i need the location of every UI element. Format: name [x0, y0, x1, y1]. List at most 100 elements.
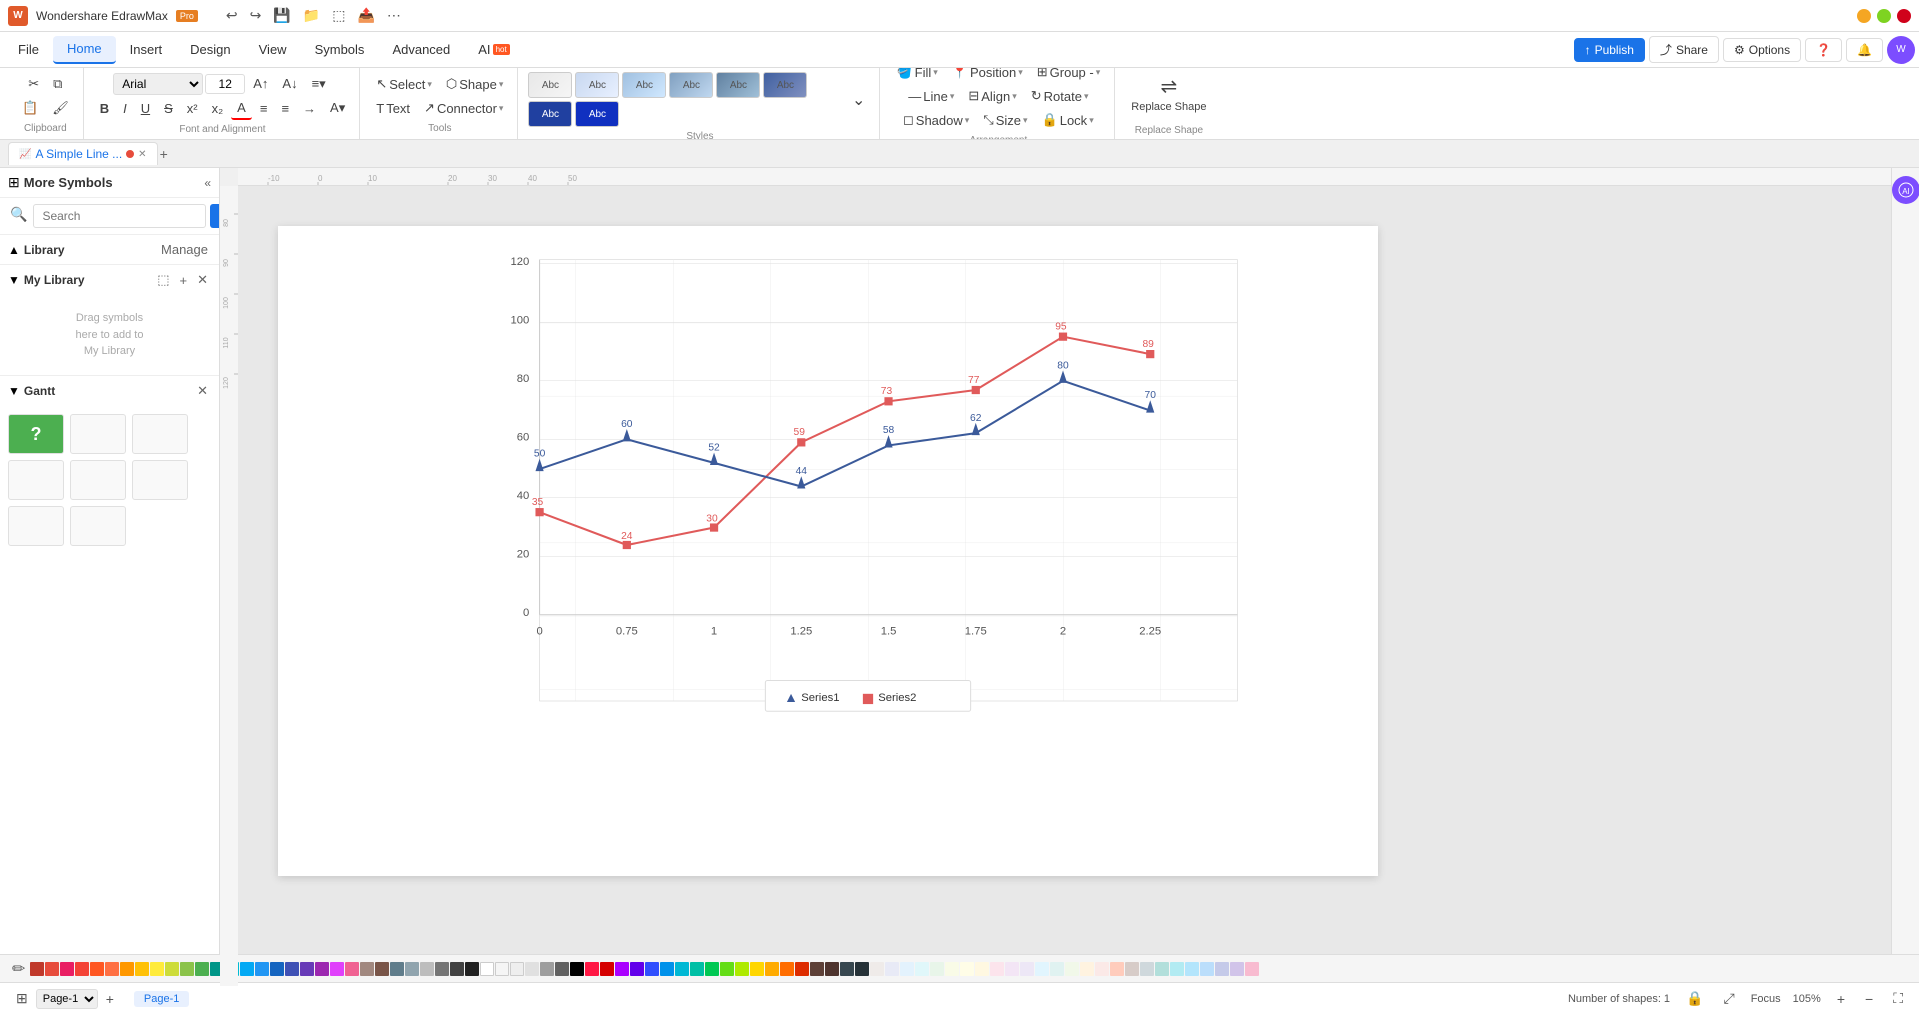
color-swatch[interactable] [720, 962, 734, 976]
color-swatch[interactable] [90, 962, 104, 976]
strikethrough-btn[interactable]: S [158, 98, 179, 119]
undo-btn[interactable]: ↩ [222, 5, 242, 26]
color-swatch[interactable] [195, 962, 209, 976]
color-swatch[interactable] [825, 962, 839, 976]
my-library-expand-btn[interactable]: ⬚ [154, 271, 172, 289]
bullets-btn[interactable]: ≡ [254, 98, 274, 119]
more-btn[interactable]: ⋯ [383, 5, 405, 26]
replace-shape-btn[interactable]: ⇌ Replace Shape [1125, 71, 1212, 121]
size-btn[interactable]: ⤡ Size [977, 109, 1033, 131]
color-swatch[interactable] [450, 962, 464, 976]
menu-insert[interactable]: Insert [116, 36, 177, 64]
color-swatch[interactable] [360, 962, 374, 976]
style-btn-6[interactable]: Abc [763, 72, 807, 98]
page-select[interactable]: Page-1 [36, 989, 98, 1009]
symbol-search-input[interactable] [33, 204, 206, 228]
color-swatch[interactable] [1065, 962, 1079, 976]
color-swatch[interactable] [405, 962, 419, 976]
color-swatch[interactable] [1155, 962, 1169, 976]
color-swatch[interactable] [480, 962, 494, 976]
color-swatch[interactable] [900, 962, 914, 976]
chart-container[interactable]: 120 100 80 60 40 20 0 [478, 246, 1258, 766]
options-btn[interactable]: ⚙ Options [1723, 38, 1801, 62]
tab-simple-line[interactable]: 📈 A Simple Line ... ✕ [8, 142, 158, 165]
add-page-btn[interactable]: + [102, 989, 118, 1009]
color-swatch[interactable] [765, 962, 779, 976]
color-swatch[interactable] [135, 962, 149, 976]
style-btn-1[interactable]: Abc [528, 72, 572, 98]
grid-view-btn[interactable]: ⊞ [12, 988, 32, 1009]
color-swatch[interactable] [1185, 962, 1199, 976]
color-swatch[interactable] [420, 962, 434, 976]
canvas-area[interactable]: 120 100 80 60 40 20 0 [238, 186, 1891, 954]
color-swatch[interactable] [375, 962, 389, 976]
color-swatch[interactable] [1245, 962, 1259, 976]
save-btn[interactable]: 💾 [269, 5, 294, 26]
style-btn-8[interactable]: Abc [575, 101, 619, 127]
text-color-btn[interactable]: A [231, 97, 252, 120]
color-swatch[interactable] [510, 962, 524, 976]
fill-btn[interactable]: 🪣 Fill [890, 68, 943, 83]
menu-symbols[interactable]: Symbols [301, 36, 379, 64]
color-swatch[interactable] [750, 962, 764, 976]
color-swatch[interactable] [555, 962, 569, 976]
color-swatch[interactable] [915, 962, 929, 976]
color-swatch[interactable] [390, 962, 404, 976]
color-swatch[interactable] [120, 962, 134, 976]
close-btn[interactable] [1897, 9, 1911, 23]
color-swatch[interactable] [45, 962, 59, 976]
color-swatch[interactable] [435, 962, 449, 976]
color-swatch[interactable] [1125, 962, 1139, 976]
color-swatch[interactable] [540, 962, 554, 976]
zoom-fit-btn[interactable]: ⤢ [1720, 988, 1739, 1009]
gantt-item-3[interactable] [8, 460, 64, 500]
color-swatch[interactable] [240, 962, 254, 976]
paste-btn[interactable]: 📋 [16, 97, 44, 119]
color-swatch[interactable] [1170, 962, 1184, 976]
align-tool-btn[interactable]: ⊟ Align [962, 85, 1022, 107]
styles-expand-btn[interactable]: ⌄ [846, 87, 871, 113]
color-swatch[interactable] [615, 962, 629, 976]
fullscreen-btn[interactable]: ⛶ [1889, 988, 1907, 1009]
color-swatch[interactable] [1095, 962, 1109, 976]
search-button[interactable]: Search [210, 204, 220, 228]
color-swatch[interactable] [585, 962, 599, 976]
cut-btn[interactable]: ✂ [22, 73, 45, 95]
color-swatch[interactable] [810, 962, 824, 976]
right-panel-avatar[interactable]: AI [1892, 176, 1919, 204]
color-swatch[interactable] [1080, 962, 1094, 976]
menu-home[interactable]: Home [53, 36, 116, 64]
style-btn-2[interactable]: Abc [575, 72, 619, 98]
highlight-btn[interactable]: A▾ [324, 97, 351, 119]
color-swatch[interactable] [1110, 962, 1124, 976]
style-btn-3[interactable]: Abc [622, 72, 666, 98]
my-library-close-btn[interactable]: ✕ [194, 271, 211, 289]
template-btn[interactable]: ⬚ [328, 5, 349, 26]
color-swatch[interactable] [1215, 962, 1229, 976]
draw-color-btn[interactable]: ✏ [8, 957, 29, 981]
minimize-btn[interactable] [1857, 9, 1871, 23]
gantt-item-7[interactable] [70, 506, 126, 546]
gantt-item-4[interactable] [70, 460, 126, 500]
color-swatch[interactable] [180, 962, 194, 976]
gantt-item-5[interactable] [132, 460, 188, 500]
maximize-btn[interactable] [1877, 9, 1891, 23]
menu-view[interactable]: View [245, 36, 301, 64]
library-manage-btn[interactable]: Manage [158, 241, 211, 258]
color-swatch[interactable] [105, 962, 119, 976]
gantt-item-6[interactable] [8, 506, 64, 546]
color-swatch[interactable] [735, 962, 749, 976]
shape-tool-btn[interactable]: ⬡ Shape [440, 73, 509, 95]
current-page-tab[interactable]: Page-1 [134, 991, 189, 1007]
color-swatch[interactable] [870, 962, 884, 976]
color-swatch[interactable] [300, 962, 314, 976]
color-swatch[interactable] [165, 962, 179, 976]
connector-tool-btn[interactable]: ↗ Connector [418, 97, 509, 119]
menu-ai[interactable]: AI hot [464, 36, 523, 64]
color-swatch[interactable] [855, 962, 869, 976]
color-swatch[interactable] [1140, 962, 1154, 976]
increase-font-btn[interactable]: A↑ [247, 73, 274, 94]
rotate-btn[interactable]: ↻ Rotate [1025, 85, 1095, 107]
lock-canvas-btn[interactable]: 🔒 [1682, 988, 1707, 1009]
color-swatch[interactable] [285, 962, 299, 976]
